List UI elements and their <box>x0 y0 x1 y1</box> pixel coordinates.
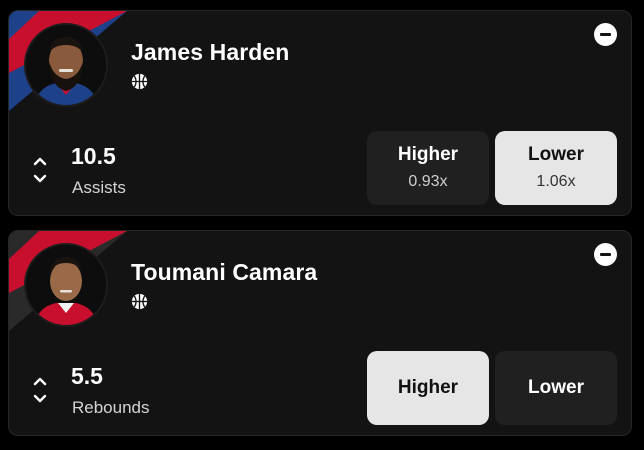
higher-label: Higher <box>397 144 459 165</box>
lower-button[interactable]: Lower <box>495 351 617 425</box>
higher-button[interactable]: Higher <box>367 351 489 425</box>
remove-pick-button[interactable] <box>594 23 617 46</box>
higher-multiplier: 0.93x <box>408 173 448 190</box>
line-value: 10.5 <box>71 143 116 169</box>
lower-button[interactable]: Lower 1.06x <box>495 131 617 205</box>
stat-label: Rebounds <box>72 398 150 417</box>
player-name: Toumani Camara <box>131 259 318 285</box>
expand-toggle-icon[interactable] <box>31 153 49 187</box>
higher-label: Higher <box>397 377 459 398</box>
player-avatar <box>24 23 108 107</box>
lower-label: Lower <box>528 377 584 398</box>
lower-label: Lower <box>528 144 584 165</box>
basketball-icon <box>131 293 148 310</box>
line-value: 5.5 <box>71 363 103 389</box>
pick-card: Toumani Camara 5.5 Rebounds Higher Lower <box>8 230 632 436</box>
player-avatar <box>24 243 108 327</box>
lower-multiplier: 1.06x <box>536 173 576 190</box>
remove-pick-button[interactable] <box>594 243 617 266</box>
pick-card: James Harden 10.5 Assists Higher 0.93x L… <box>8 10 632 216</box>
player-name: James Harden <box>131 39 290 65</box>
stat-label: Assists <box>72 178 126 197</box>
basketball-icon <box>131 73 148 90</box>
higher-button[interactable]: Higher 0.93x <box>367 131 489 205</box>
expand-toggle-icon[interactable] <box>31 373 49 407</box>
